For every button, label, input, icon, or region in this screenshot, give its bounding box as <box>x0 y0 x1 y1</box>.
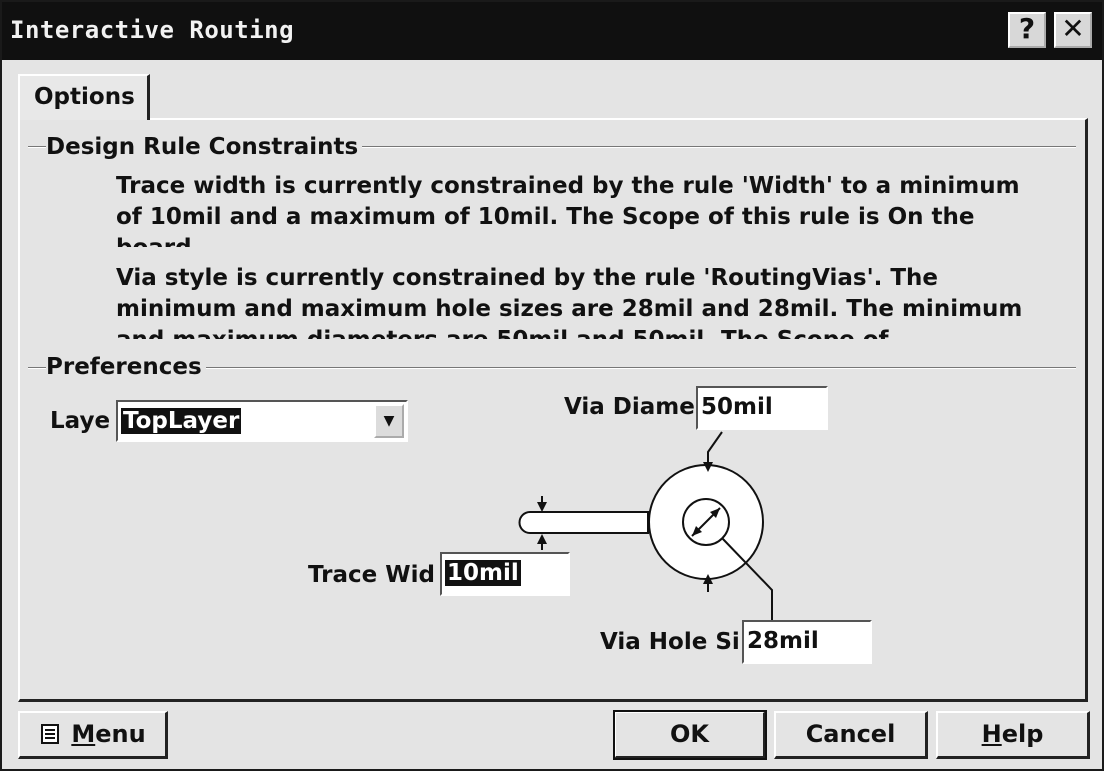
menu-icon <box>39 717 61 744</box>
dropdown-arrow-button[interactable]: ▼ <box>374 404 404 438</box>
help-label-rest: elp <box>1001 720 1044 748</box>
trace-width-value: 10mil <box>445 560 521 586</box>
cancel-label: Cancel <box>805 720 896 748</box>
via-hole-size-input[interactable]: 28mil <box>742 620 872 664</box>
menu-button[interactable]: Menu <box>18 711 168 759</box>
tab-options-label: Options <box>34 84 135 110</box>
via-diameter-value: 50mil <box>701 394 773 420</box>
trace-width-arrow-top <box>537 502 547 512</box>
trace-width-arrow-bottom <box>537 534 547 544</box>
tab-options[interactable]: Options <box>18 74 150 120</box>
layer-label: Laye <box>50 408 111 434</box>
via-diameter-label: Via Diame <box>564 394 695 420</box>
cancel-button[interactable]: Cancel <box>774 711 928 759</box>
trace-shape <box>518 511 649 534</box>
menu-label-rest: enu <box>95 720 146 748</box>
layer-selected-value: TopLayer <box>121 408 242 434</box>
chevron-down-icon: ▼ <box>383 413 395 429</box>
layer-dropdown[interactable]: TopLayer ▼ <box>116 400 408 442</box>
trace-width-label: Trace Wid <box>308 562 435 588</box>
ok-label: OK <box>670 720 709 748</box>
via-hole-size-label: Via Hole Si <box>600 629 740 655</box>
via-trace-diagram <box>518 431 773 620</box>
ok-button[interactable]: OK <box>613 710 767 760</box>
via-diameter-input[interactable]: 50mil <box>696 386 828 430</box>
help-accelerator: H <box>981 720 1002 748</box>
menu-accelerator: M <box>71 720 96 748</box>
interactive-routing-dialog: Interactive Routing ? ✕ Options Design R… <box>0 0 1104 771</box>
trace-width-input[interactable]: 10mil <box>440 552 570 596</box>
help-button[interactable]: Help <box>936 711 1090 759</box>
via-hole-size-value: 28mil <box>747 628 819 654</box>
